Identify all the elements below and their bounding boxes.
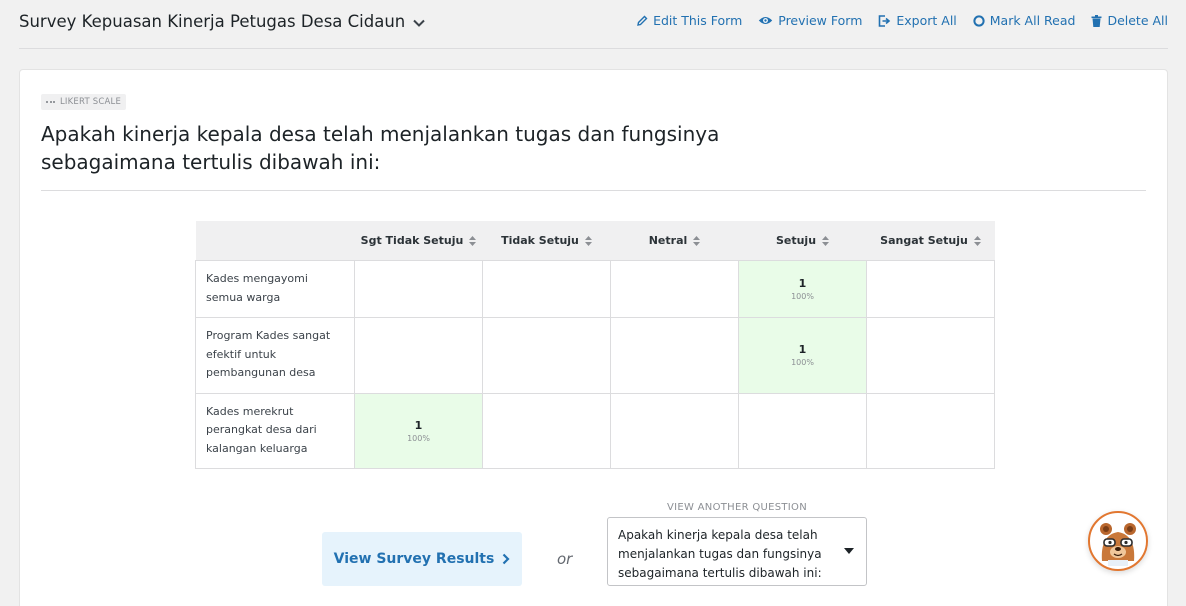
table-row: Kades mengayomi semua warga 1 100% [195, 259, 995, 318]
column-header[interactable]: Netral [610, 221, 739, 260]
table-cell [866, 259, 995, 318]
response-count: 1 [798, 343, 807, 356]
sort-icon [584, 235, 592, 246]
table-cell [738, 392, 867, 469]
form-title: Survey Kepuasan Kinerja Petugas Desa Cid… [19, 12, 406, 31]
table-row: Program Kades sangat efektif untuk pemba… [195, 316, 995, 394]
delete-all-link[interactable]: Delete All [1091, 13, 1168, 28]
row-label-header [195, 221, 355, 260]
row-label: Kades merekrut perangkat desa dari kalan… [195, 392, 355, 469]
column-header[interactable]: Sangat Setuju [866, 221, 995, 260]
response-percent: 100% [791, 291, 814, 301]
form-actions: Edit This Form Preview Form Export All M… [636, 13, 1168, 28]
eye-icon [759, 17, 773, 24]
table-cell [866, 316, 995, 394]
response-count: 1 [414, 418, 423, 432]
column-header-label: Netral [648, 233, 688, 247]
table-cell [482, 259, 611, 318]
delete-all-label: Delete All [1107, 13, 1168, 28]
likert-results-table: Sgt Tidak Setuju Tidak Setuju Netral Set… [195, 221, 995, 469]
export-all-link[interactable]: Export All [878, 13, 957, 28]
mark-all-read-link[interactable]: Mark All Read [973, 13, 1076, 28]
table-cell [482, 316, 611, 394]
or-separator: or [557, 550, 573, 568]
export-all-label: Export All [896, 13, 957, 28]
table-cell [866, 392, 995, 469]
question-text: Apakah kinerja kepala desa telah menjala… [41, 122, 720, 174]
sort-icon [469, 235, 477, 246]
table-cell [482, 392, 611, 469]
mark-all-read-label: Mark All Read [989, 13, 1076, 28]
row-label: Program Kades sangat efektif untuk pemba… [195, 316, 355, 394]
trash-icon [1091, 14, 1102, 27]
preview-form-link[interactable]: Preview Form [758, 13, 862, 28]
table-header-row: Sgt Tidak Setuju Tidak Setuju Netral Set… [195, 221, 995, 260]
view-survey-results-label: View Survey Results [333, 551, 495, 567]
table-cell [610, 316, 739, 394]
divider [41, 190, 1146, 191]
caret-down-icon [844, 548, 854, 554]
view-another-question-label: VIEW ANOTHER QUESTION [666, 502, 807, 513]
response-count: 1 [798, 276, 807, 290]
preview-form-label: Preview Form [778, 13, 863, 28]
help-mascot-button[interactable] [1088, 511, 1148, 571]
edit-form-label: Edit This Form [653, 13, 743, 28]
column-header-label: Setuju [775, 233, 817, 247]
question-select[interactable]: Apakah kinerja kepala desa telah menjala… [607, 517, 867, 586]
edit-form-link[interactable]: Edit This Form [636, 13, 742, 28]
column-header-label: Tidak Setuju [501, 233, 579, 247]
pencil-icon [637, 15, 648, 26]
table-cell [354, 259, 483, 318]
question-type-label: LIKERT SCALE [60, 97, 122, 107]
top-bar: Survey Kepuasan Kinerja Petugas Desa Cid… [19, 0, 1168, 49]
column-header-label: Sgt Tidak Setuju [360, 233, 464, 247]
table-cell [354, 316, 483, 394]
form-title-dropdown[interactable]: Survey Kepuasan Kinerja Petugas Desa Cid… [19, 12, 425, 31]
column-header[interactable]: Tidak Setuju [482, 221, 611, 260]
question-type-badge: LIKERT SCALE [41, 94, 127, 110]
table-row: Kades merekrut perangkat desa dari kalan… [195, 392, 995, 469]
column-header[interactable]: Setuju [738, 221, 867, 260]
row-label: Kades mengayomi semua warga [195, 259, 355, 318]
question-select-value: Apakah kinerja kepala desa telah menjala… [618, 528, 822, 580]
sort-icon [693, 235, 701, 246]
bear-mascot-icon [1100, 523, 1136, 566]
sort-icon [973, 235, 981, 246]
response-percent: 100% [407, 433, 430, 443]
chevron-down-icon [413, 19, 425, 27]
column-header[interactable]: Sgt Tidak Setuju [354, 221, 483, 260]
table-cell [610, 259, 739, 318]
response-percent: 100% [791, 358, 814, 367]
circle-icon [973, 14, 985, 27]
view-survey-results-button[interactable]: View Survey Results [322, 532, 522, 586]
table-cell-highlighted: 1 100% [354, 392, 483, 469]
table-cell-highlighted: 1 100% [738, 316, 867, 394]
table-cell [610, 392, 739, 469]
chevron-right-icon [503, 553, 510, 565]
table-cell-highlighted: 1 100% [738, 259, 867, 318]
sort-icon [822, 235, 830, 246]
question-card: LIKERT SCALE Apakah kinerja kepala desa … [19, 69, 1168, 606]
column-header-label: Sangat Setuju [880, 233, 968, 247]
export-icon [879, 14, 891, 27]
dots-icon [46, 101, 55, 103]
